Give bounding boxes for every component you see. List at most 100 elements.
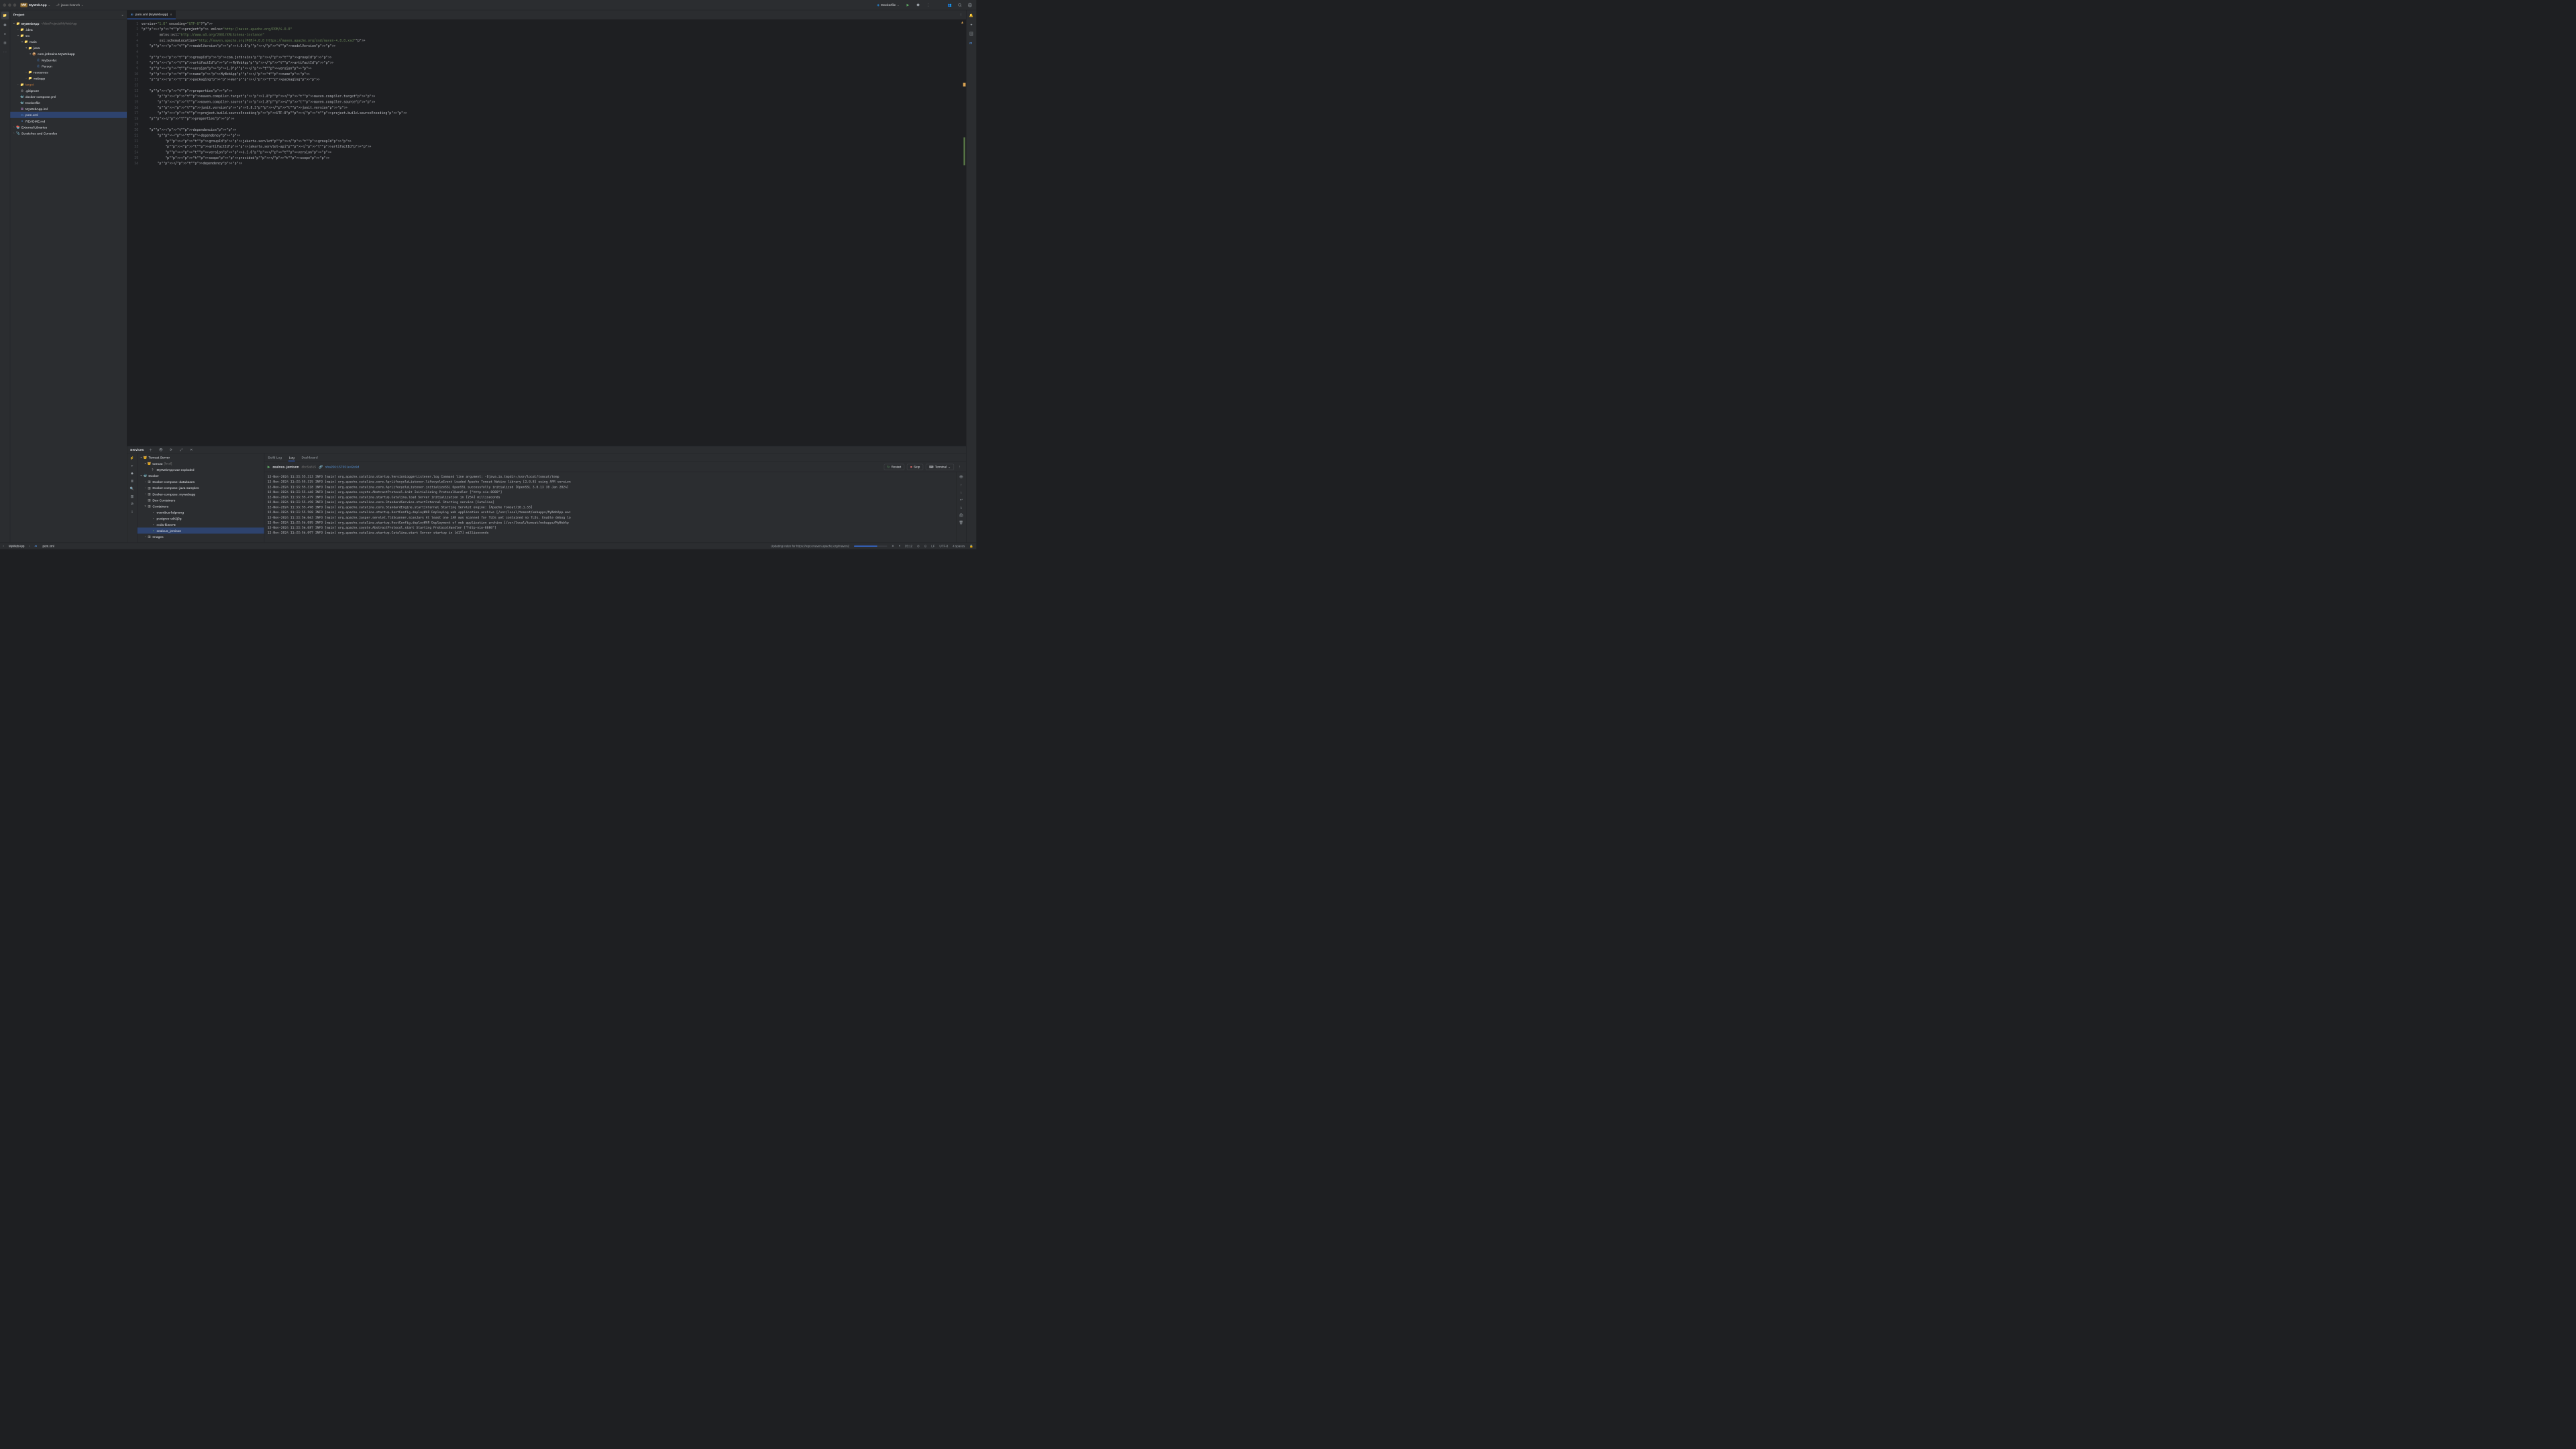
filter-service-icon[interactable]: ⟳ — [168, 446, 174, 453]
log-wrap-icon[interactable]: ↩ — [958, 496, 965, 503]
breadcrumb-file[interactable]: pom.xml — [42, 544, 54, 547]
scroll-marker-change[interactable] — [963, 138, 965, 166]
svc-rail-docker-icon[interactable]: ◆ — [129, 470, 136, 477]
add-service-icon[interactable]: ＋ — [148, 446, 154, 453]
tree-row[interactable]: ›📁target — [10, 81, 127, 87]
service-tree-row[interactable]: ▥Dev Containers — [138, 497, 264, 503]
tree-row[interactable]: ▾📁MyWebApp~/IdeaProjects/MyWebApp — [10, 20, 127, 26]
service-tree-row[interactable]: ›▥Docker-compose: databases — [138, 479, 264, 485]
breadcrumb-module[interactable]: MyWebApp — [9, 544, 24, 547]
tree-row[interactable]: ◎.gitignore — [10, 87, 127, 93]
run-button[interactable]: ▶ — [904, 1, 911, 8]
progress-pause-icon[interactable]: ⏸ — [899, 544, 900, 548]
service-tree-row[interactable]: ▾🐱Tomcat Server — [138, 454, 264, 460]
maven-tool-icon[interactable]: m — [967, 39, 975, 46]
terminal-dropdown-icon[interactable]: ⌄ — [948, 465, 951, 468]
log-print-icon[interactable]: 🖨 — [958, 512, 965, 519]
container-sha-link[interactable]: sha256:157651e42e9d — [325, 465, 359, 469]
services-tab[interactable]: Log — [288, 454, 295, 462]
minimize-window[interactable] — [8, 3, 11, 7]
more-actions-button[interactable]: ⋮ — [925, 1, 932, 8]
search-everywhere-icon[interactable] — [957, 1, 963, 8]
file-encoding[interactable]: UTF-8 — [939, 544, 948, 547]
restart-button[interactable]: ↻Restart — [884, 464, 905, 470]
stop-button[interactable]: ■Stop — [907, 464, 923, 470]
progress-close-icon[interactable]: ✕ — [892, 544, 894, 547]
tree-row[interactable]: ⒸPerson — [10, 63, 127, 69]
editor-tab-pom[interactable]: m pom.xml (MyWebApp) × — [127, 10, 176, 19]
project-view-dropdown-icon[interactable]: ⌄ — [121, 13, 123, 17]
project-dropdown-icon[interactable]: ⌄ — [48, 3, 50, 7]
tree-row[interactable]: mpom.xml — [10, 112, 127, 118]
sb-icon-1[interactable]: ⊘ — [917, 544, 920, 547]
branch-dropdown-icon[interactable]: ⌄ — [81, 3, 84, 7]
editor-more-icon[interactable]: ⋮ — [957, 11, 964, 18]
run-config-name[interactable]: Dockerfile — [881, 3, 896, 7]
readonly-lock-icon[interactable]: 🔒 — [969, 544, 973, 547]
expand-service-icon[interactable]: ⤢ — [178, 446, 184, 453]
show-service-icon[interactable]: 👁 — [158, 446, 164, 453]
svc-rail-8-icon[interactable]: ⇣ — [129, 508, 136, 515]
close-service-icon[interactable]: ✕ — [188, 446, 195, 453]
project-name[interactable]: MyWebApp — [29, 3, 47, 7]
maximize-window[interactable] — [13, 3, 17, 7]
tree-row[interactable]: ▾📁src — [10, 33, 127, 39]
tab-close-icon[interactable]: × — [170, 12, 172, 16]
log-up-icon[interactable]: ↑ — [958, 481, 965, 488]
tree-row[interactable]: ›📚External Libraries — [10, 124, 127, 130]
log-clear-icon[interactable]: 🗑 — [958, 519, 965, 526]
run-config-dropdown-icon[interactable]: ⌄ — [897, 3, 900, 7]
tree-row[interactable]: ▾README.md — [10, 118, 127, 124]
commit-tool-icon[interactable]: ◉ — [1, 21, 9, 28]
debug-button[interactable]: ⬢ — [915, 1, 922, 8]
tree-row[interactable]: 🐳docker-compose.yml — [10, 93, 127, 99]
database-icon[interactable]: 🗄 — [967, 30, 975, 38]
tree-row[interactable]: 🐳Dockerfile — [10, 100, 127, 106]
branch-name[interactable]: javax-branch — [61, 3, 80, 7]
tree-row[interactable]: ›📁.idea — [10, 26, 127, 32]
notifications-icon[interactable]: 🔔 — [967, 11, 975, 19]
tree-row[interactable]: ▾📦com.jetbrains.MyWebapp — [10, 51, 127, 57]
svc-rail-7-icon[interactable]: ⊘ — [129, 500, 136, 507]
service-tree-row[interactable]: ▾🐱tomcat[local] — [138, 460, 264, 466]
service-tree-row[interactable]: ▾🐳Docker — [138, 473, 264, 479]
service-tree-row[interactable]: ▾▥Containers — [138, 503, 264, 509]
terminal-button[interactable]: ⌨Terminal⌄ — [926, 464, 954, 470]
services-log[interactable]: 12-Nov-2024 11:33:55.313 INFO [main] org… — [264, 472, 956, 543]
tree-row[interactable]: ›📁webapp — [10, 75, 127, 81]
ai-assistant-icon[interactable]: ✦ — [967, 21, 975, 28]
tree-row[interactable]: ›📁resources — [10, 69, 127, 75]
svc-rail-2-icon[interactable]: T — [129, 462, 136, 469]
sb-icon-2[interactable]: ⊙ — [924, 544, 927, 547]
service-tree-row[interactable]: ›▥Docker-compose: mywebapp — [138, 491, 264, 497]
tree-row[interactable]: ⒸMyServlet — [10, 57, 127, 63]
service-tree-row[interactable]: ›▥Docker-compose: java-samples — [138, 485, 264, 491]
services-tab[interactable]: Dashboard — [301, 454, 319, 461]
code-with-me-icon[interactable]: 👥 — [947, 1, 953, 8]
services-tab[interactable]: Build Log — [268, 454, 282, 461]
tree-row[interactable]: ›📎Scratches and Consoles — [10, 130, 127, 136]
structure-tool-icon[interactable]: ≡ — [1, 30, 9, 38]
log-scroll-icon[interactable]: ⤓ — [958, 504, 965, 511]
service-tree-row[interactable]: ▫postgres-odr2j3g — [138, 515, 264, 521]
log-down-icon[interactable]: ↓ — [958, 489, 965, 496]
more-tool-icon[interactable]: ⋯ — [1, 48, 9, 56]
tree-row[interactable]: ▾📁main — [10, 39, 127, 45]
close-window[interactable] — [3, 3, 7, 7]
project-tool-icon[interactable]: 📁 — [1, 11, 9, 19]
log-eye-icon[interactable]: 👁 — [958, 474, 965, 480]
line-col[interactable]: 35:12 — [905, 544, 912, 547]
service-tree-row[interactable]: ？MyWebApp:war exploded — [138, 466, 264, 472]
editor-code[interactable]: version="1.0" encoding="UTF-8"?"p">> "p"… — [142, 19, 966, 446]
indent-setting[interactable]: 4 spaces — [953, 544, 965, 547]
svc-rail-4-icon[interactable]: ≣ — [129, 478, 136, 484]
settings-icon[interactable] — [967, 1, 973, 8]
service-tree-row[interactable]: ▫eventbus-bdpnsng — [138, 509, 264, 515]
tree-row[interactable]: ▾📁java — [10, 45, 127, 51]
bookmarks-tool-icon[interactable]: ⊞ — [1, 39, 9, 46]
tree-row[interactable]: ▦MyWebApp.iml — [10, 106, 127, 112]
service-tree-row[interactable]: ›▥Images — [138, 534, 264, 540]
service-tree-row[interactable]: ▫redis-fli2m78 — [138, 521, 264, 527]
svc-rail-1-icon[interactable]: ⚡ — [129, 455, 136, 462]
services-more-icon[interactable]: ⋮ — [957, 464, 963, 470]
